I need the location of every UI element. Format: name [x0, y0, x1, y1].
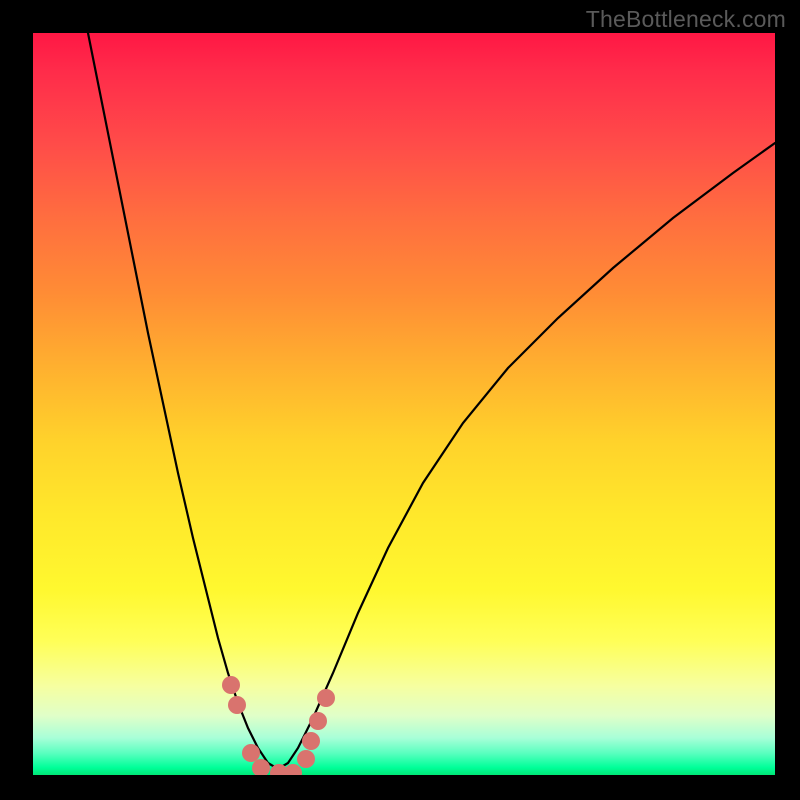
- bottleneck-curve: [88, 33, 775, 769]
- marker-dots: [222, 676, 335, 775]
- chart-plot-area: [33, 33, 775, 775]
- chart-svg: [33, 33, 775, 775]
- marker-dot: [297, 750, 315, 768]
- watermark-text: TheBottleneck.com: [586, 6, 786, 33]
- marker-dot: [309, 712, 327, 730]
- marker-dot: [317, 689, 335, 707]
- marker-dot: [242, 744, 260, 762]
- marker-dot: [284, 764, 302, 775]
- marker-dot: [222, 676, 240, 694]
- marker-dot: [228, 696, 246, 714]
- marker-dot: [302, 732, 320, 750]
